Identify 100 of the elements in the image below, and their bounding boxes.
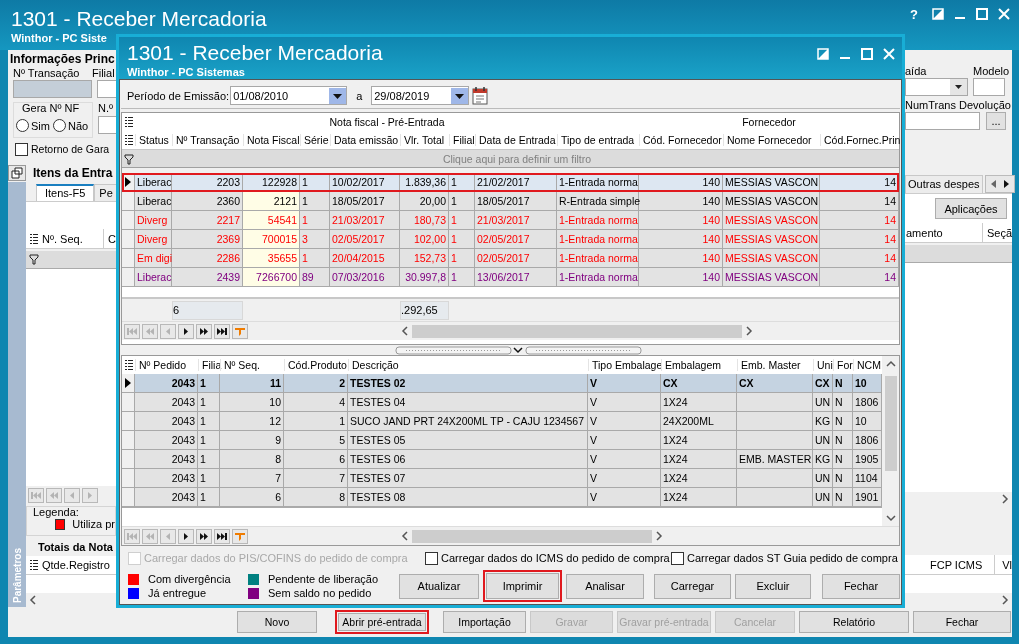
column-header[interactable]: Emb. Master	[737, 359, 813, 371]
column-header[interactable]: Nº Seq.	[220, 359, 284, 371]
scroll-right-icon[interactable]	[1001, 494, 1009, 504]
column-header[interactable]: Nº Pedido	[135, 359, 198, 371]
transaction-field[interactable]	[13, 80, 92, 98]
scroll-left-icon[interactable]	[401, 326, 409, 336]
scroll-up-icon[interactable]	[885, 360, 896, 368]
lookup-button[interactable]: ...	[986, 112, 1006, 130]
dialog-button[interactable]: Excluir	[735, 573, 811, 599]
column-header[interactable]: Data de Entrada	[475, 134, 557, 146]
checkbox[interactable]: Retorno de Gara	[15, 142, 116, 156]
table-row[interactable]: 2043 1 11 2 TESTES 02 V CX CX CX N 10	[122, 374, 882, 393]
vertical-scrollbar[interactable]	[882, 356, 899, 526]
column-header[interactable]: Nome Fornecedor	[723, 134, 820, 146]
column-header[interactable]: Tipo de entrada	[557, 134, 639, 146]
next-page-button[interactable]	[196, 528, 212, 544]
column-header[interactable]: FCP ICMS	[905, 558, 995, 571]
column-header[interactable]: Qtde.Registro	[39, 559, 114, 571]
table-row[interactable]: Liberac 2360 2121 1 18/05/2017 20,00 1 18/05/2017 R-Entrada simple 140 MESSIAS VASCON 14	[122, 192, 899, 211]
next-page-button[interactable]	[196, 323, 212, 339]
toolbar-button[interactable]: Relatório	[799, 611, 909, 633]
dialog-button[interactable]: Analisar	[566, 573, 644, 599]
checkbox[interactable]: Carregar dados do ICMS do pedido de compra	[425, 551, 671, 565]
tab[interactable]: Outras despes	[905, 175, 983, 193]
filter-icon[interactable]	[29, 254, 39, 265]
column-settings-icon[interactable]	[29, 559, 39, 571]
dialog-button[interactable]: Imprimir	[483, 570, 562, 602]
filter-icon[interactable]	[123, 153, 134, 165]
column-header[interactable]: Nota Fiscal	[243, 134, 300, 146]
scroll-left-icon[interactable]	[29, 595, 37, 605]
toolbar-button[interactable]: Abrir pré-entrada	[335, 610, 429, 634]
table-row[interactable]: 2043 1 8 6 TESTES 06 V 1X24 EMB. MASTER KG N 1905	[122, 450, 882, 469]
column-header[interactable]: Série	[300, 134, 330, 146]
scrollbar-thumb[interactable]	[412, 324, 742, 338]
last-record-button[interactable]	[214, 528, 230, 544]
close-icon[interactable]	[998, 8, 1010, 20]
model-field[interactable]	[973, 78, 1005, 96]
column-header[interactable]: Data emissão	[330, 134, 400, 146]
scrollbar-thumb[interactable]	[412, 529, 652, 543]
column-header[interactable]: Filial	[449, 134, 475, 146]
applications-button[interactable]: Aplicações	[935, 198, 1007, 219]
column-header[interactable]: Vlr. Total	[400, 134, 449, 146]
help-button[interactable]: ?	[910, 8, 918, 21]
restore-icon[interactable]	[817, 48, 829, 60]
scroll-right-icon[interactable]	[655, 531, 663, 541]
tab[interactable]: Pe	[94, 184, 118, 201]
restore-panel-icon[interactable]	[8, 165, 26, 181]
table-row[interactable]: 2043 1 6 8 TESTES 08 V 1X24 UN N 1901	[122, 488, 882, 507]
row-header[interactable]	[122, 173, 135, 192]
table-row[interactable]: 2043 1 10 4 TESTES 04 V 1X24 UN N 1806	[122, 393, 882, 412]
column-header[interactable]: Cód.Fornec.Prin	[820, 134, 901, 146]
last-record-button[interactable]	[214, 323, 230, 339]
tab-scroll-buttons[interactable]	[984, 175, 1015, 193]
table-row[interactable]: 2043 1 9 5 TESTES 05 V 1X24 UN N 1806	[122, 431, 882, 450]
column-header[interactable]: Nº Transação	[172, 134, 243, 146]
branch-field[interactable]	[97, 80, 116, 98]
next-record-button[interactable]	[178, 323, 194, 339]
column-header[interactable]: Tipo Embalage	[588, 359, 661, 371]
dialog-button[interactable]: Fechar	[822, 573, 900, 599]
column-header[interactable]: Vl	[994, 554, 1012, 575]
column-settings-icon[interactable]	[123, 134, 134, 146]
return-field[interactable]	[905, 112, 980, 130]
next-record-button[interactable]	[178, 528, 194, 544]
column-header[interactable]: Uni	[813, 359, 833, 371]
table-row[interactable]: Liberac 2203 122928 1 10/02/2017 1.839,36 1 21/02/2017 1-Entrada norma 140 MESSIAS VASCON 14	[122, 173, 899, 192]
scroll-down-icon[interactable]	[885, 514, 896, 522]
toolbar-button[interactable]: Fechar	[913, 611, 1011, 633]
column-header[interactable]: Status	[135, 134, 172, 146]
tab[interactable]: Itens-F5	[36, 184, 95, 201]
number-field[interactable]	[98, 116, 116, 134]
scroll-left-icon[interactable]	[401, 531, 409, 541]
table-row[interactable]: Em digi 2286 35655 1 20/04/2015 152,73 1 02/05/2017 1-Entrada norma 140 MESSIAS VASCON 14	[122, 249, 899, 268]
scroll-right-icon[interactable]	[1001, 595, 1009, 605]
dropdown-field[interactable]	[905, 78, 968, 96]
date-field[interactable]: 01/08/2010	[230, 86, 348, 105]
radio-button[interactable]: Sim	[16, 119, 50, 132]
maximize-icon[interactable]	[976, 8, 988, 20]
column-settings-icon[interactable]	[29, 232, 39, 245]
radio-button[interactable]: Não	[52, 119, 89, 132]
column-header[interactable]: For	[833, 359, 853, 371]
column-settings-icon[interactable]	[123, 116, 134, 128]
column-header[interactable]: Embalagem	[661, 359, 737, 371]
column-header[interactable]: Cód. Fornecedor	[639, 134, 723, 146]
column-header[interactable]: Descrição	[348, 359, 588, 371]
toolbar-button[interactable]: Novo	[237, 611, 317, 633]
calendar-icon[interactable]	[472, 86, 489, 105]
dialog-button[interactable]: Atualizar	[399, 573, 479, 599]
maximize-icon[interactable]	[861, 48, 873, 60]
column-header[interactable]: Seçã	[981, 222, 1012, 243]
table-row[interactable]: 2043 1 7 7 TESTES 07 V 1X24 UN N 1104	[122, 469, 882, 488]
row-header[interactable]	[122, 374, 135, 393]
close-icon[interactable]	[883, 48, 895, 60]
restore-icon[interactable]	[932, 8, 944, 20]
column-header[interactable]: Nº. Seq.	[39, 232, 104, 245]
table-row[interactable]: 2043 1 12 1 SUCO JAND PRT 24X200ML TP - CAJU 1234567 V 24X200ML KG N 10	[122, 412, 882, 431]
table-row[interactable]: Diverg 2369 700015 3 02/05/2017 102,00 1 02/05/2017 1-Entrada norma 140 MESSIAS VASCON 14	[122, 230, 899, 249]
date-field[interactable]: 29/08/2019	[371, 86, 470, 105]
table-row[interactable]: Diverg 2217 54541 1 21/03/2017 180,73 1 21/03/2017 1-Entrada norma 140 MESSIAS VASCON 14	[122, 211, 899, 230]
column-settings-icon[interactable]	[123, 359, 134, 371]
scroll-right-icon[interactable]	[745, 326, 753, 336]
